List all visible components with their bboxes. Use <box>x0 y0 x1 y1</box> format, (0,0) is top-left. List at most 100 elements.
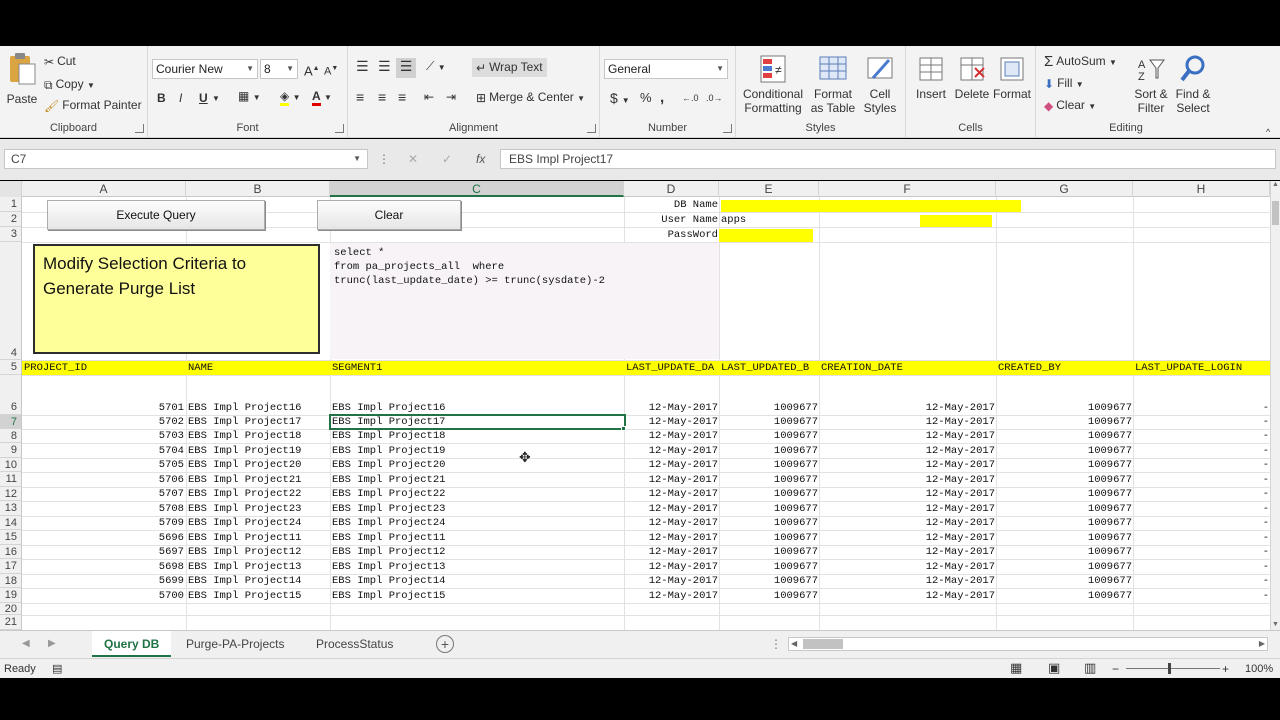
align-right-button[interactable]: ≡ <box>398 89 406 105</box>
row-header[interactable]: 13 <box>0 501 21 516</box>
cell-creation-date[interactable]: 12-May-2017 <box>821 502 995 516</box>
cell-creation-date[interactable]: 12-May-2017 <box>821 589 995 603</box>
cell-last-updated-by[interactable]: 1009677 <box>721 560 818 574</box>
cell-creation-date[interactable]: 12-May-2017 <box>821 545 995 559</box>
user-name-value[interactable]: apps <box>721 213 817 227</box>
number-format-select[interactable]: General ▼ <box>604 59 728 79</box>
fill-handle[interactable] <box>621 426 626 431</box>
wrap-text-button[interactable]: ↵ Wrap Text <box>472 58 547 77</box>
cell-project-id[interactable]: 5709 <box>24 516 184 530</box>
row-header[interactable]: 8 <box>0 429 21 443</box>
cell-creation-date[interactable]: 12-May-2017 <box>821 560 995 574</box>
cell-project-id[interactable]: 5697 <box>24 545 184 559</box>
paste-button[interactable]: Paste <box>4 52 40 106</box>
sheet-tab-purge-pa-projects[interactable]: Purge-PA-Projects <box>174 631 296 657</box>
cell-created-by[interactable]: 1009677 <box>998 401 1132 415</box>
cell-last-update-date[interactable]: 12-May-2017 <box>626 401 718 415</box>
row-header[interactable]: 6 <box>0 375 21 415</box>
zoom-slider[interactable] <box>1126 668 1220 669</box>
cell-last-update-login[interactable]: - <box>1135 560 1269 574</box>
cell-last-update-login[interactable]: - <box>1135 502 1269 516</box>
normal-view-icon[interactable]: ▦ <box>1010 660 1022 676</box>
row-header[interactable]: 15 <box>0 530 21 545</box>
align-center-button[interactable]: ≡ <box>378 89 386 105</box>
cell-name[interactable]: EBS Impl Project14 <box>188 574 328 588</box>
delete-button[interactable]: Delete <box>952 54 992 101</box>
row-header[interactable]: 11 <box>0 472 21 487</box>
cell-last-update-date[interactable]: 12-May-2017 <box>626 531 718 545</box>
sql-query-text[interactable]: select * from pa_projects_all where trun… <box>330 243 719 359</box>
cell-segment1[interactable]: EBS Impl Project19 <box>332 444 622 458</box>
cell-project-id[interactable]: 5706 <box>24 473 184 487</box>
cell-name[interactable]: EBS Impl Project15 <box>188 589 328 603</box>
vertical-scroll-thumb[interactable] <box>1272 201 1279 225</box>
cell-styles-button[interactable]: Cell Styles <box>858 54 902 115</box>
zoom-slider-thumb[interactable] <box>1168 663 1171 674</box>
cell-name[interactable]: EBS Impl Project16 <box>188 401 328 415</box>
cell-name[interactable]: EBS Impl Project19 <box>188 444 328 458</box>
cell-creation-date[interactable]: 12-May-2017 <box>821 429 995 443</box>
execute-query-button[interactable]: Execute Query <box>47 200 265 230</box>
italic-button[interactable]: I <box>179 90 182 106</box>
cell-segment1[interactable]: EBS Impl Project18 <box>332 429 622 443</box>
cell-creation-date[interactable]: 12-May-2017 <box>821 458 995 472</box>
add-sheet-icon[interactable]: + <box>436 635 454 653</box>
cell-creation-date[interactable]: 12-May-2017 <box>821 473 995 487</box>
zoom-out-icon[interactable]: − <box>1112 661 1119 677</box>
align-middle-button[interactable]: ☰ <box>378 58 391 74</box>
row-header[interactable]: 18 <box>0 574 21 588</box>
cell-last-update-date[interactable]: 12-May-2017 <box>626 444 718 458</box>
row-header[interactable]: 10 <box>0 458 21 472</box>
cell-segment1[interactable]: EBS Impl Project23 <box>332 502 622 516</box>
prev-sheet-icon[interactable]: ◀ <box>22 636 30 652</box>
decrease-indent-button[interactable]: ⇤ <box>424 89 434 105</box>
cell-created-by[interactable]: 1009677 <box>998 429 1132 443</box>
underline-button[interactable]: U <box>199 90 208 106</box>
cell-name[interactable]: EBS Impl Project11 <box>188 531 328 545</box>
cell-name[interactable]: EBS Impl Project21 <box>188 473 328 487</box>
cell-created-by[interactable]: 1009677 <box>998 458 1132 472</box>
cell-last-update-date[interactable]: 12-May-2017 <box>626 560 718 574</box>
cancel-icon[interactable]: ✕ <box>408 151 418 167</box>
horizontal-scrollbar[interactable]: ◀ ▶ <box>788 637 1268 651</box>
zoom-level[interactable]: 100% <box>1245 661 1273 677</box>
row-header[interactable]: 17 <box>0 559 21 574</box>
row-header[interactable]: 9 <box>0 443 21 458</box>
increase-indent-button[interactable]: ⇥ <box>446 89 456 105</box>
cell-last-updated-by[interactable]: 1009677 <box>721 444 818 458</box>
cell-segment1[interactable]: EBS Impl Project22 <box>332 487 622 501</box>
scroll-left-icon[interactable]: ◀ <box>791 639 797 648</box>
cell-last-update-login[interactable]: - <box>1135 516 1269 530</box>
cell-last-updated-by[interactable]: 1009677 <box>721 502 818 516</box>
formula-input[interactable]: EBS Impl Project17 <box>500 149 1276 169</box>
cell-project-id[interactable]: 5707 <box>24 487 184 501</box>
shrink-font-button[interactable]: A▼ <box>324 61 338 80</box>
name-box[interactable]: C7 ▼ <box>4 149 368 169</box>
font-color-button[interactable]: A ▼ <box>312 88 332 106</box>
enter-icon[interactable]: ✓ <box>442 151 452 167</box>
column-header-e[interactable]: E <box>719 181 819 197</box>
column-header-d[interactable]: D <box>624 181 719 197</box>
cell-created-by[interactable]: 1009677 <box>998 545 1132 559</box>
cell-project-id[interactable]: 5698 <box>24 560 184 574</box>
number-launcher-icon[interactable] <box>723 124 732 133</box>
chevron-down-icon[interactable]: ▼ <box>212 91 220 107</box>
cell-last-update-login[interactable]: - <box>1135 429 1269 443</box>
cell-last-update-login[interactable]: - <box>1135 401 1269 415</box>
sheet-tab-query-db[interactable]: Query DB <box>92 631 172 657</box>
cell-created-by[interactable]: 1009677 <box>998 473 1132 487</box>
scroll-down-icon[interactable]: ▼ <box>1272 621 1279 628</box>
find-select-button[interactable]: Find & Select <box>1172 54 1214 115</box>
select-all-corner[interactable] <box>0 181 22 197</box>
cell-segment1[interactable]: EBS Impl Project13 <box>332 560 622 574</box>
orientation-button[interactable]: ⟋ ▼ <box>426 58 446 76</box>
cell-creation-date[interactable]: 12-May-2017 <box>821 415 995 429</box>
cell-last-updated-by[interactable]: 1009677 <box>721 415 818 429</box>
sort-filter-button[interactable]: AZ Sort & Filter <box>1130 54 1172 115</box>
cell-last-update-date[interactable]: 12-May-2017 <box>626 473 718 487</box>
active-cell-selection[interactable] <box>329 414 626 430</box>
cell-created-by[interactable]: 1009677 <box>998 574 1132 588</box>
alignment-launcher-icon[interactable] <box>587 124 596 133</box>
cell-name[interactable]: EBS Impl Project18 <box>188 429 328 443</box>
comma-button[interactable]: , <box>660 90 664 106</box>
